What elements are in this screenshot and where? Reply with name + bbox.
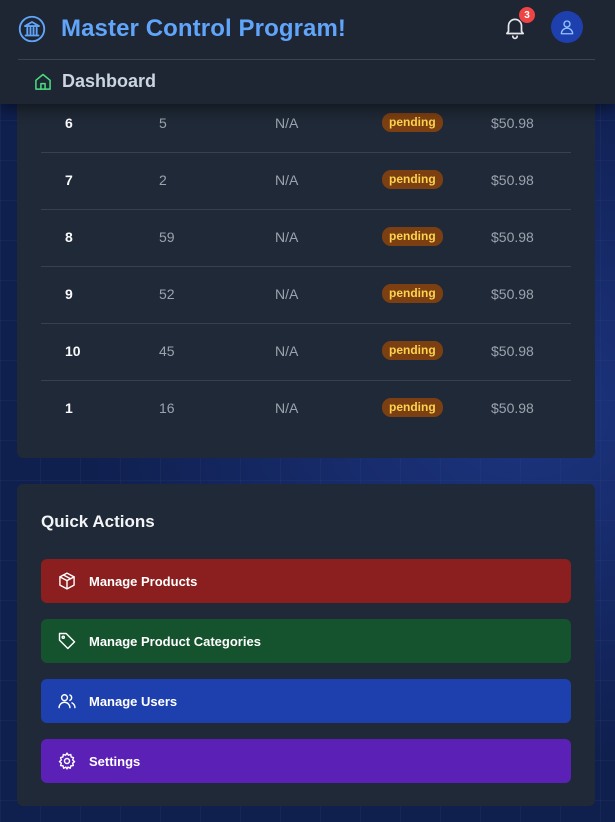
settings-label: Settings <box>89 753 141 769</box>
status-badge: pending <box>382 113 443 132</box>
status-badge: pending <box>382 284 443 303</box>
table-row: 7 2 N/A pending $50.98 <box>41 153 571 210</box>
order-quantity: 52 <box>159 286 175 302</box>
table-row: 8 59 N/A pending $50.98 <box>41 210 571 267</box>
tag-icon <box>57 631 77 651</box>
quick-actions-title: Quick Actions <box>41 512 155 531</box>
order-id: 1 <box>65 400 73 416</box>
order-id: 6 <box>65 115 73 131</box>
manage-categories-button[interactable]: Manage Product Categories <box>41 619 571 663</box>
order-id: 9 <box>65 286 73 302</box>
bank-icon <box>18 15 46 43</box>
header-divider <box>18 59 595 60</box>
orders-table: 6 5 N/A pending $50.98 7 2 N/A pending $… <box>41 96 571 438</box>
notification-badge: 3 <box>519 7 535 23</box>
order-price: $50.98 <box>491 400 534 416</box>
order-quantity: 16 <box>159 400 175 416</box>
order-price: $50.98 <box>491 229 534 245</box>
order-reference: N/A <box>275 400 299 416</box>
users-icon <box>57 691 77 711</box>
order-reference: N/A <box>275 115 299 131</box>
status-badge: pending <box>382 398 443 417</box>
order-reference: N/A <box>275 286 299 302</box>
order-quantity: 45 <box>159 343 175 359</box>
settings-button[interactable]: Settings <box>41 739 571 783</box>
order-id: 10 <box>65 343 81 359</box>
gear-icon <box>57 751 77 771</box>
table-row: 9 52 N/A pending $50.98 <box>41 267 571 324</box>
manage-users-label: Manage Users <box>89 693 178 709</box>
manage-products-button[interactable]: Manage Products <box>41 559 571 603</box>
status-badge: pending <box>382 227 443 246</box>
order-price: $50.98 <box>491 286 534 302</box>
app-header: Master Control Program! 3 Dashboard <box>0 0 615 104</box>
order-reference: N/A <box>275 343 299 359</box>
quick-actions-card: Quick Actions Manage Products Manage Pro… <box>17 484 595 806</box>
brand[interactable]: Master Control Program! <box>18 12 346 46</box>
table-row: 10 45 N/A pending $50.98 <box>41 324 571 381</box>
manage-products-label: Manage Products <box>89 573 198 589</box>
home-icon <box>35 73 51 90</box>
manage-users-button[interactable]: Manage Users <box>41 679 571 723</box>
app-title: Master Control Program! <box>61 15 347 42</box>
order-price: $50.98 <box>491 343 534 359</box>
table-row: 6 5 N/A pending $50.98 <box>41 96 571 153</box>
order-quantity: 59 <box>159 229 175 245</box>
order-id: 7 <box>65 172 73 188</box>
order-price: $50.98 <box>491 115 534 131</box>
status-badge: pending <box>382 170 443 189</box>
recent-orders-card: 6 5 N/A pending $50.98 7 2 N/A pending $… <box>17 60 595 458</box>
avatar[interactable] <box>551 11 583 43</box>
user-icon <box>560 20 574 35</box>
table-row: 1 16 N/A pending $50.98 <box>41 381 571 438</box>
order-price: $50.98 <box>491 172 534 188</box>
order-quantity: 2 <box>159 172 167 188</box>
breadcrumb[interactable]: Dashboard <box>33 71 156 92</box>
status-badge: pending <box>382 341 443 360</box>
package-icon <box>57 571 77 591</box>
order-reference: N/A <box>275 172 299 188</box>
breadcrumb-dashboard: Dashboard <box>62 71 157 91</box>
order-id: 8 <box>65 229 73 245</box>
order-reference: N/A <box>275 229 299 245</box>
manage-categories-label: Manage Product Categories <box>89 633 261 649</box>
order-quantity: 5 <box>159 115 167 131</box>
